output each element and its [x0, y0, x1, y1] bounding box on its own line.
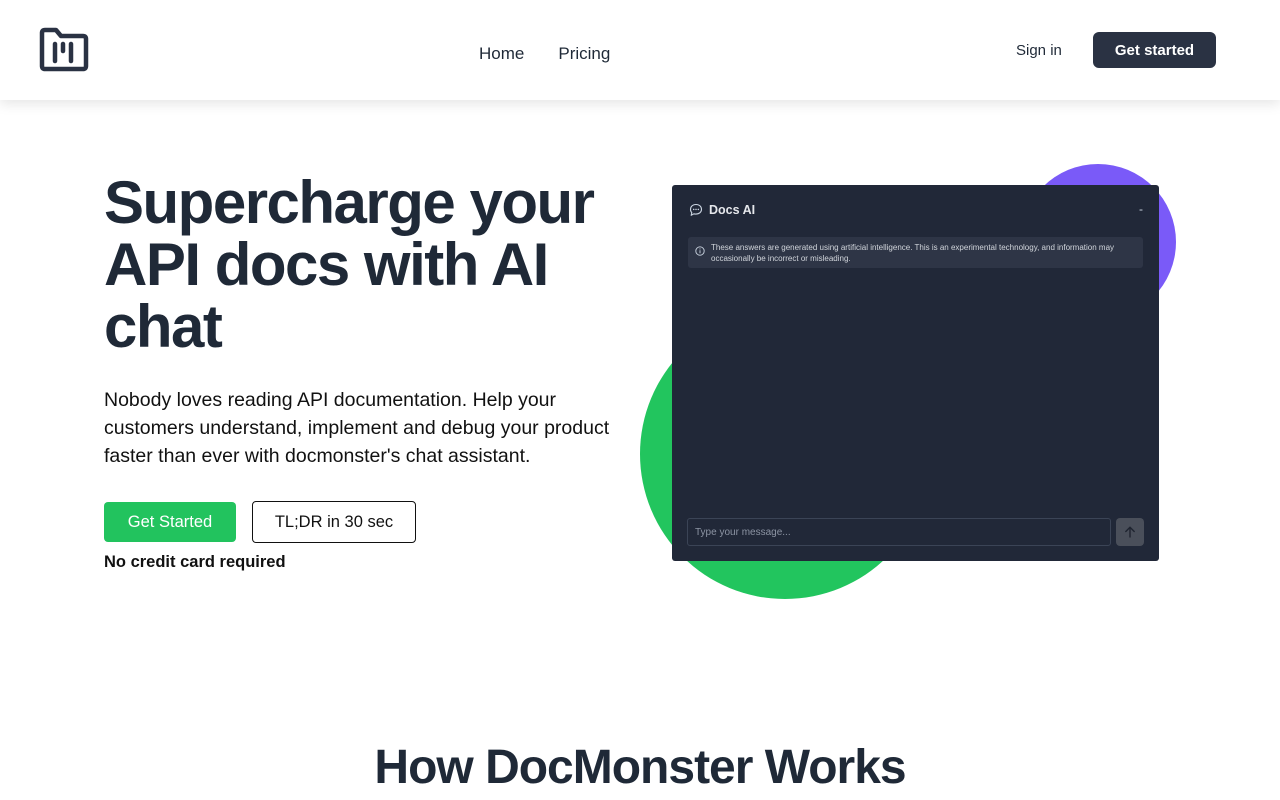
docmonster-logo-icon[interactable]	[38, 27, 90, 72]
sign-in-link[interactable]: Sign in	[1016, 42, 1062, 59]
chat-header: Docs AI	[689, 203, 755, 217]
tldr-video-button[interactable]: TL;DR in 30 sec	[252, 501, 416, 543]
get-started-header-button[interactable]: Get started	[1093, 32, 1216, 68]
hero-description: Nobody loves reading API documentation. …	[104, 389, 610, 467]
nav-pricing-link[interactable]: Pricing	[557, 44, 611, 64]
no-credit-card-note: No credit card required	[104, 553, 286, 571]
arrow-up-icon	[1125, 526, 1135, 538]
ai-disclaimer-notice: These answers are generated using artifi…	[688, 237, 1143, 268]
nav-home-link[interactable]: Home	[478, 44, 525, 64]
hero-title: Supercharge your API docs with AI chat	[104, 169, 595, 360]
chat-minimize-button[interactable]: -	[1139, 202, 1143, 216]
get-started-button[interactable]: Get Started	[104, 502, 236, 542]
main-nav: Home Pricing	[478, 44, 611, 64]
site-header: Home Pricing Sign in Get started	[0, 0, 1280, 100]
how-it-works-heading: How DocMonster Works	[374, 741, 906, 794]
send-message-button[interactable]	[1116, 518, 1144, 546]
chat-message-input[interactable]	[687, 518, 1111, 546]
info-icon	[695, 246, 705, 256]
chat-title: Docs AI	[709, 203, 756, 217]
chat-bubble-icon	[689, 203, 703, 216]
docs-ai-chat-widget: Docs AI - These answers are generated us…	[672, 185, 1159, 561]
disclaimer-text: These answers are generated using artifi…	[711, 243, 1115, 263]
